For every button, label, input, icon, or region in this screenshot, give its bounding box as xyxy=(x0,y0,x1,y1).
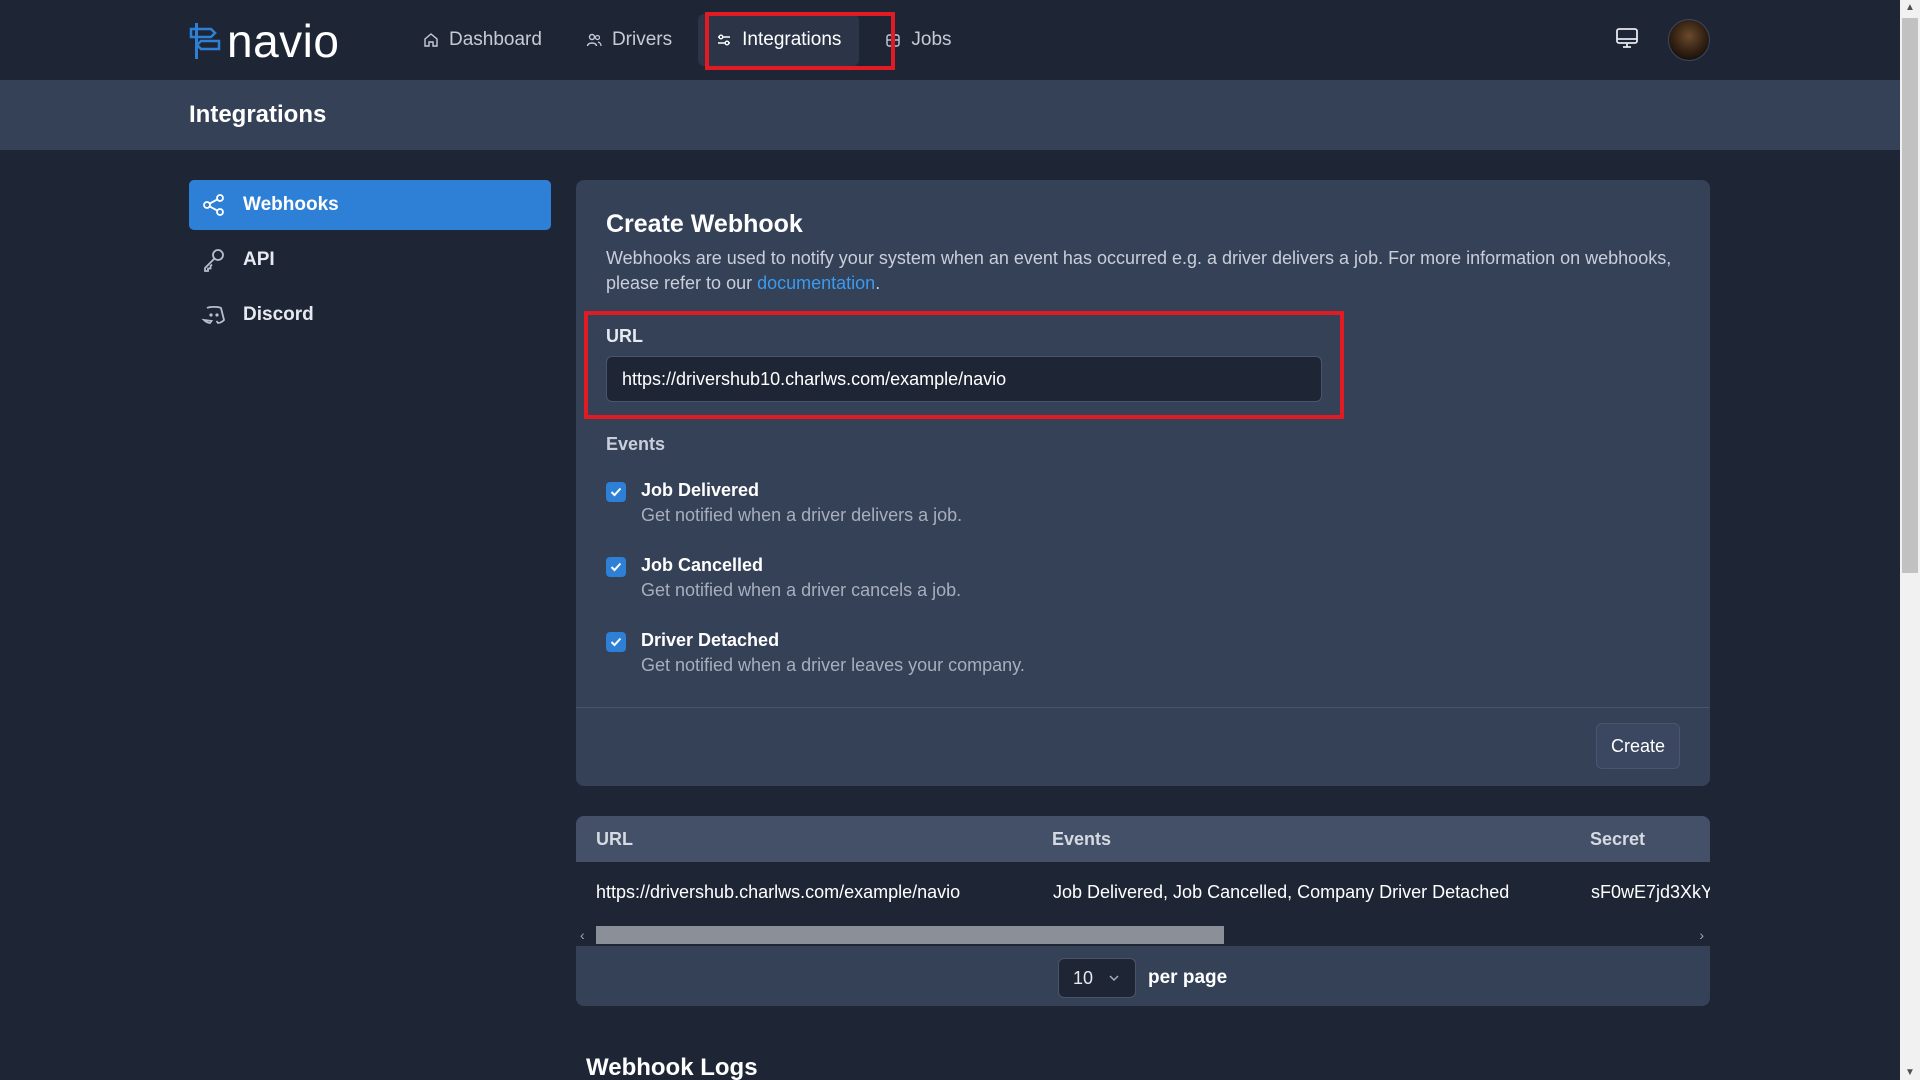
scroll-left-icon[interactable]: ‹ xyxy=(580,927,585,943)
driver-detached-checkbox[interactable] xyxy=(606,632,626,652)
row-events: Job Delivered, Job Cancelled, Company Dr… xyxy=(1053,882,1510,902)
sidebar-item-webhooks[interactable]: Webhooks xyxy=(189,180,551,230)
nav-item-drivers[interactable]: Drivers xyxy=(568,14,690,66)
card-divider xyxy=(576,707,1710,708)
key-icon xyxy=(204,249,224,272)
nav-item-integrations[interactable]: Integrations xyxy=(698,14,860,66)
users-icon xyxy=(586,33,602,47)
url-input[interactable] xyxy=(606,356,1322,402)
event-title: Driver Detached xyxy=(641,630,780,650)
table-row[interactable]: https://drivershub.charlws.com/example/n… xyxy=(576,862,1710,924)
events-label: Events xyxy=(606,434,666,454)
top-navbar: navio Dashboard Drivers Integrations Job… xyxy=(0,0,1900,80)
check-icon xyxy=(610,487,622,497)
nav-label: Jobs xyxy=(911,29,952,50)
table-header: URL Events Secret xyxy=(576,816,1710,862)
create-button[interactable]: Create xyxy=(1595,723,1680,769)
page-title: Integrations xyxy=(189,101,327,128)
event-description: Get notified when a driver leaves your c… xyxy=(641,655,1025,675)
sidebar-item-label: API xyxy=(243,249,275,270)
avatar[interactable] xyxy=(1668,19,1710,61)
job-cancelled-checkbox[interactable] xyxy=(606,557,626,577)
card-description: Webhooks are used to notify your system … xyxy=(606,246,1676,296)
per-page-label: per page xyxy=(1148,967,1228,988)
discord-icon xyxy=(201,305,225,324)
webhooks-table: URL Events Secret https://drivershub.cha… xyxy=(576,816,1710,1006)
scroll-down-icon[interactable]: ▼ xyxy=(1905,1067,1915,1078)
integrations-sidebar: Webhooks API Discord xyxy=(189,180,551,345)
sidebar-item-label: Webhooks xyxy=(243,194,339,215)
webhook-logs-title: Webhook Logs xyxy=(586,1054,758,1080)
pagination: 10 per page xyxy=(1058,958,1227,998)
per-page-select[interactable]: 10 xyxy=(1058,958,1136,998)
per-page-value: 10 xyxy=(1073,967,1094,988)
sidebar-item-label: Discord xyxy=(243,304,314,325)
event-title: Job Delivered xyxy=(641,480,760,500)
sliders-icon xyxy=(718,34,731,46)
monitor-icon[interactable] xyxy=(1614,25,1640,56)
row-url: https://drivershub.charlws.com/example/n… xyxy=(596,882,961,902)
nav-item-jobs[interactable]: Jobs xyxy=(867,14,969,66)
nav-label: Drivers xyxy=(611,29,673,50)
check-icon xyxy=(610,562,622,572)
home-icon xyxy=(424,33,438,47)
event-description: Get notified when a driver cancels a job… xyxy=(641,580,962,600)
sidebar-item-discord[interactable]: Discord xyxy=(189,290,551,340)
scroll-right-icon[interactable]: › xyxy=(1699,927,1704,943)
column-header-url[interactable]: URL xyxy=(596,829,633,850)
page-scroll-thumb[interactable] xyxy=(1902,18,1918,573)
column-header-secret[interactable]: Secret xyxy=(1590,829,1645,850)
row-secret: sF0wE7jd3XkY xyxy=(1591,882,1710,902)
nav-item-dashboard[interactable]: Dashboard xyxy=(405,14,560,66)
description-end: . xyxy=(875,273,881,293)
box-icon xyxy=(886,34,901,47)
column-header-events[interactable]: Events xyxy=(1052,829,1111,850)
table-horizontal-scrollbar[interactable]: ‹ › xyxy=(576,924,1710,946)
event-description: Get notified when a driver delivers a jo… xyxy=(641,505,963,525)
sidebar-item-api[interactable]: API xyxy=(189,235,551,285)
event-title: Job Cancelled xyxy=(641,555,764,575)
share-icon xyxy=(203,194,224,216)
signpost-icon xyxy=(189,23,221,59)
url-label: URL xyxy=(606,326,643,346)
create-webhook-card: Create Webhook Webhooks are used to noti… xyxy=(576,180,1710,786)
page-scrollbar[interactable]: ▲ ▼ xyxy=(1900,0,1920,1080)
logo-text: navio xyxy=(227,15,340,67)
nav-label: Integrations xyxy=(742,29,842,50)
scroll-up-icon[interactable]: ▲ xyxy=(1905,2,1915,13)
check-icon xyxy=(610,637,622,647)
nav-label: Dashboard xyxy=(449,29,542,50)
job-delivered-checkbox[interactable] xyxy=(606,482,626,502)
nav-right xyxy=(1614,19,1710,61)
card-title: Create Webhook xyxy=(606,210,803,238)
documentation-link[interactable]: documentation xyxy=(757,273,875,293)
scroll-thumb[interactable] xyxy=(596,926,1224,944)
chevron-down-icon xyxy=(1109,975,1119,982)
main-nav: Dashboard Drivers Integrations Jobs xyxy=(405,14,970,66)
navio-logo[interactable]: navio xyxy=(189,18,339,64)
